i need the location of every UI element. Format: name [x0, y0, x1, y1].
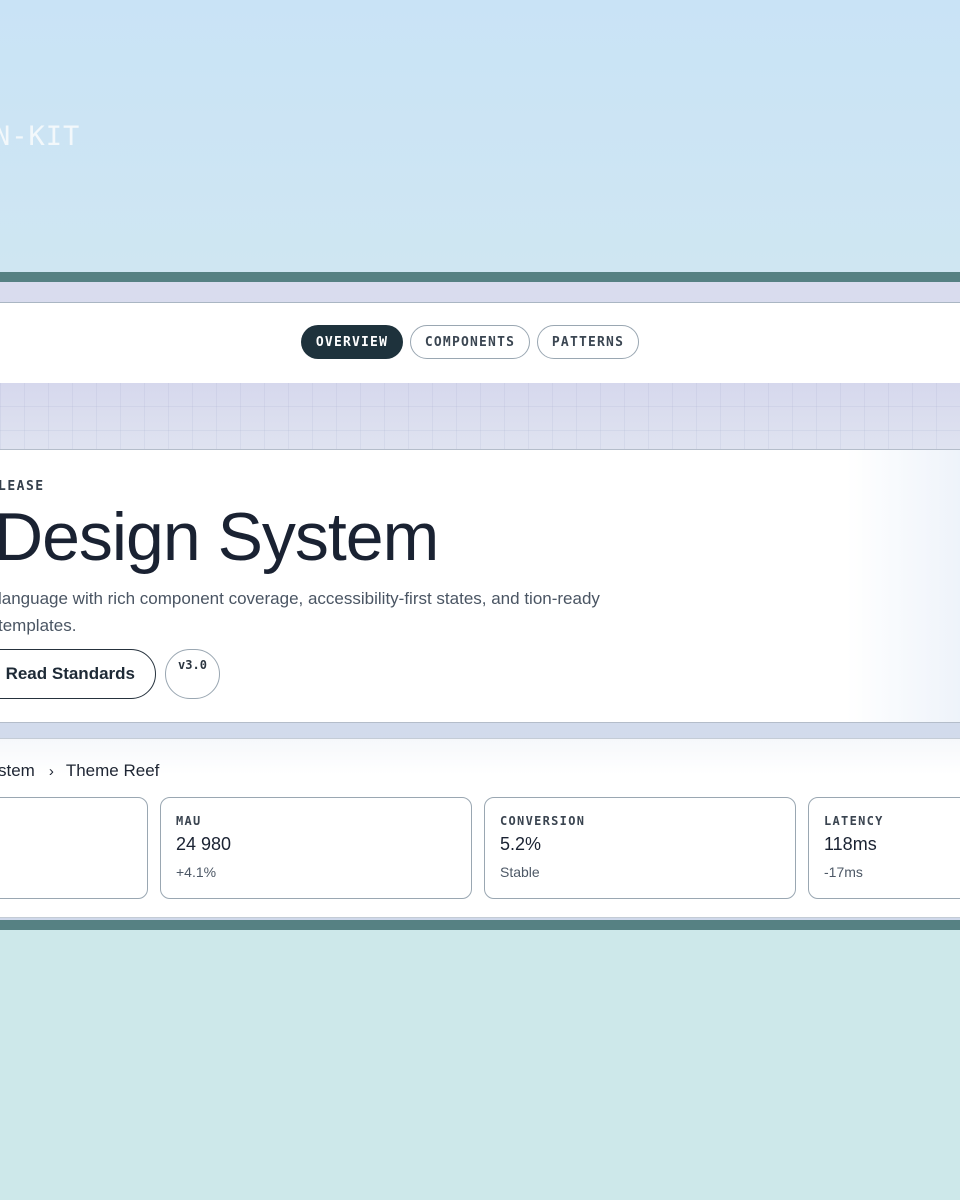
stat-label: LATENCY [824, 814, 884, 828]
stat-value: 24 980 [176, 834, 232, 854]
divider-bottom [0, 920, 960, 930]
chevron-right-icon: › [48, 762, 54, 780]
stat-card-mau: MAU 24 980 +4.1% [160, 797, 472, 899]
grid-pattern-strip [0, 383, 960, 449]
stat-value: 5.2% [500, 834, 542, 854]
brand-wordmark: N-KIT [0, 121, 81, 152]
hero-description: language with rich component coverage, a… [0, 589, 600, 635]
stat-value: 118ms [824, 834, 877, 854]
stat-delta: +4.1% [176, 864, 217, 880]
page-title: Design System [0, 499, 439, 575]
nav-bar: OVERVIEW COMPONENTS PATTERNS [0, 302, 960, 384]
stat-card-conversion: CONVERSION 5.2% Stable [484, 797, 796, 899]
release-eyebrow: LEASE [0, 479, 45, 494]
header-backdrop: N-KIT [0, 0, 960, 272]
hero-card: LEASE Design System language with rich c… [0, 449, 960, 723]
stat-card [0, 797, 148, 899]
tab-components[interactable]: COMPONENTS [410, 325, 530, 359]
divider-top [0, 272, 960, 282]
tab-patterns[interactable]: PATTERNS [537, 325, 639, 359]
breadcrumb-current: Theme Reef [65, 761, 160, 780]
stat-label: MAU [176, 814, 202, 828]
breadcrumb: stem › Theme Reef [0, 761, 159, 781]
preview-frame: OVERVIEW COMPONENTS PATTERNS LEASE Desig… [0, 282, 960, 920]
tab-overview[interactable]: OVERVIEW [301, 325, 403, 359]
stat-card-latency: LATENCY 118ms -17ms [808, 797, 960, 899]
stat-delta: -17ms [824, 864, 863, 880]
stat-delta: Stable [500, 864, 540, 880]
dashboard-panel: stem › Theme Reef MAU 24 980 +4.1% CONVE… [0, 738, 960, 918]
read-standards-button[interactable]: Read Standards [0, 649, 156, 699]
breadcrumb-parent[interactable]: stem [0, 761, 35, 781]
footer-backdrop [0, 930, 960, 1200]
version-badge: v3.0 [165, 649, 220, 699]
stat-label: CONVERSION [500, 814, 586, 828]
